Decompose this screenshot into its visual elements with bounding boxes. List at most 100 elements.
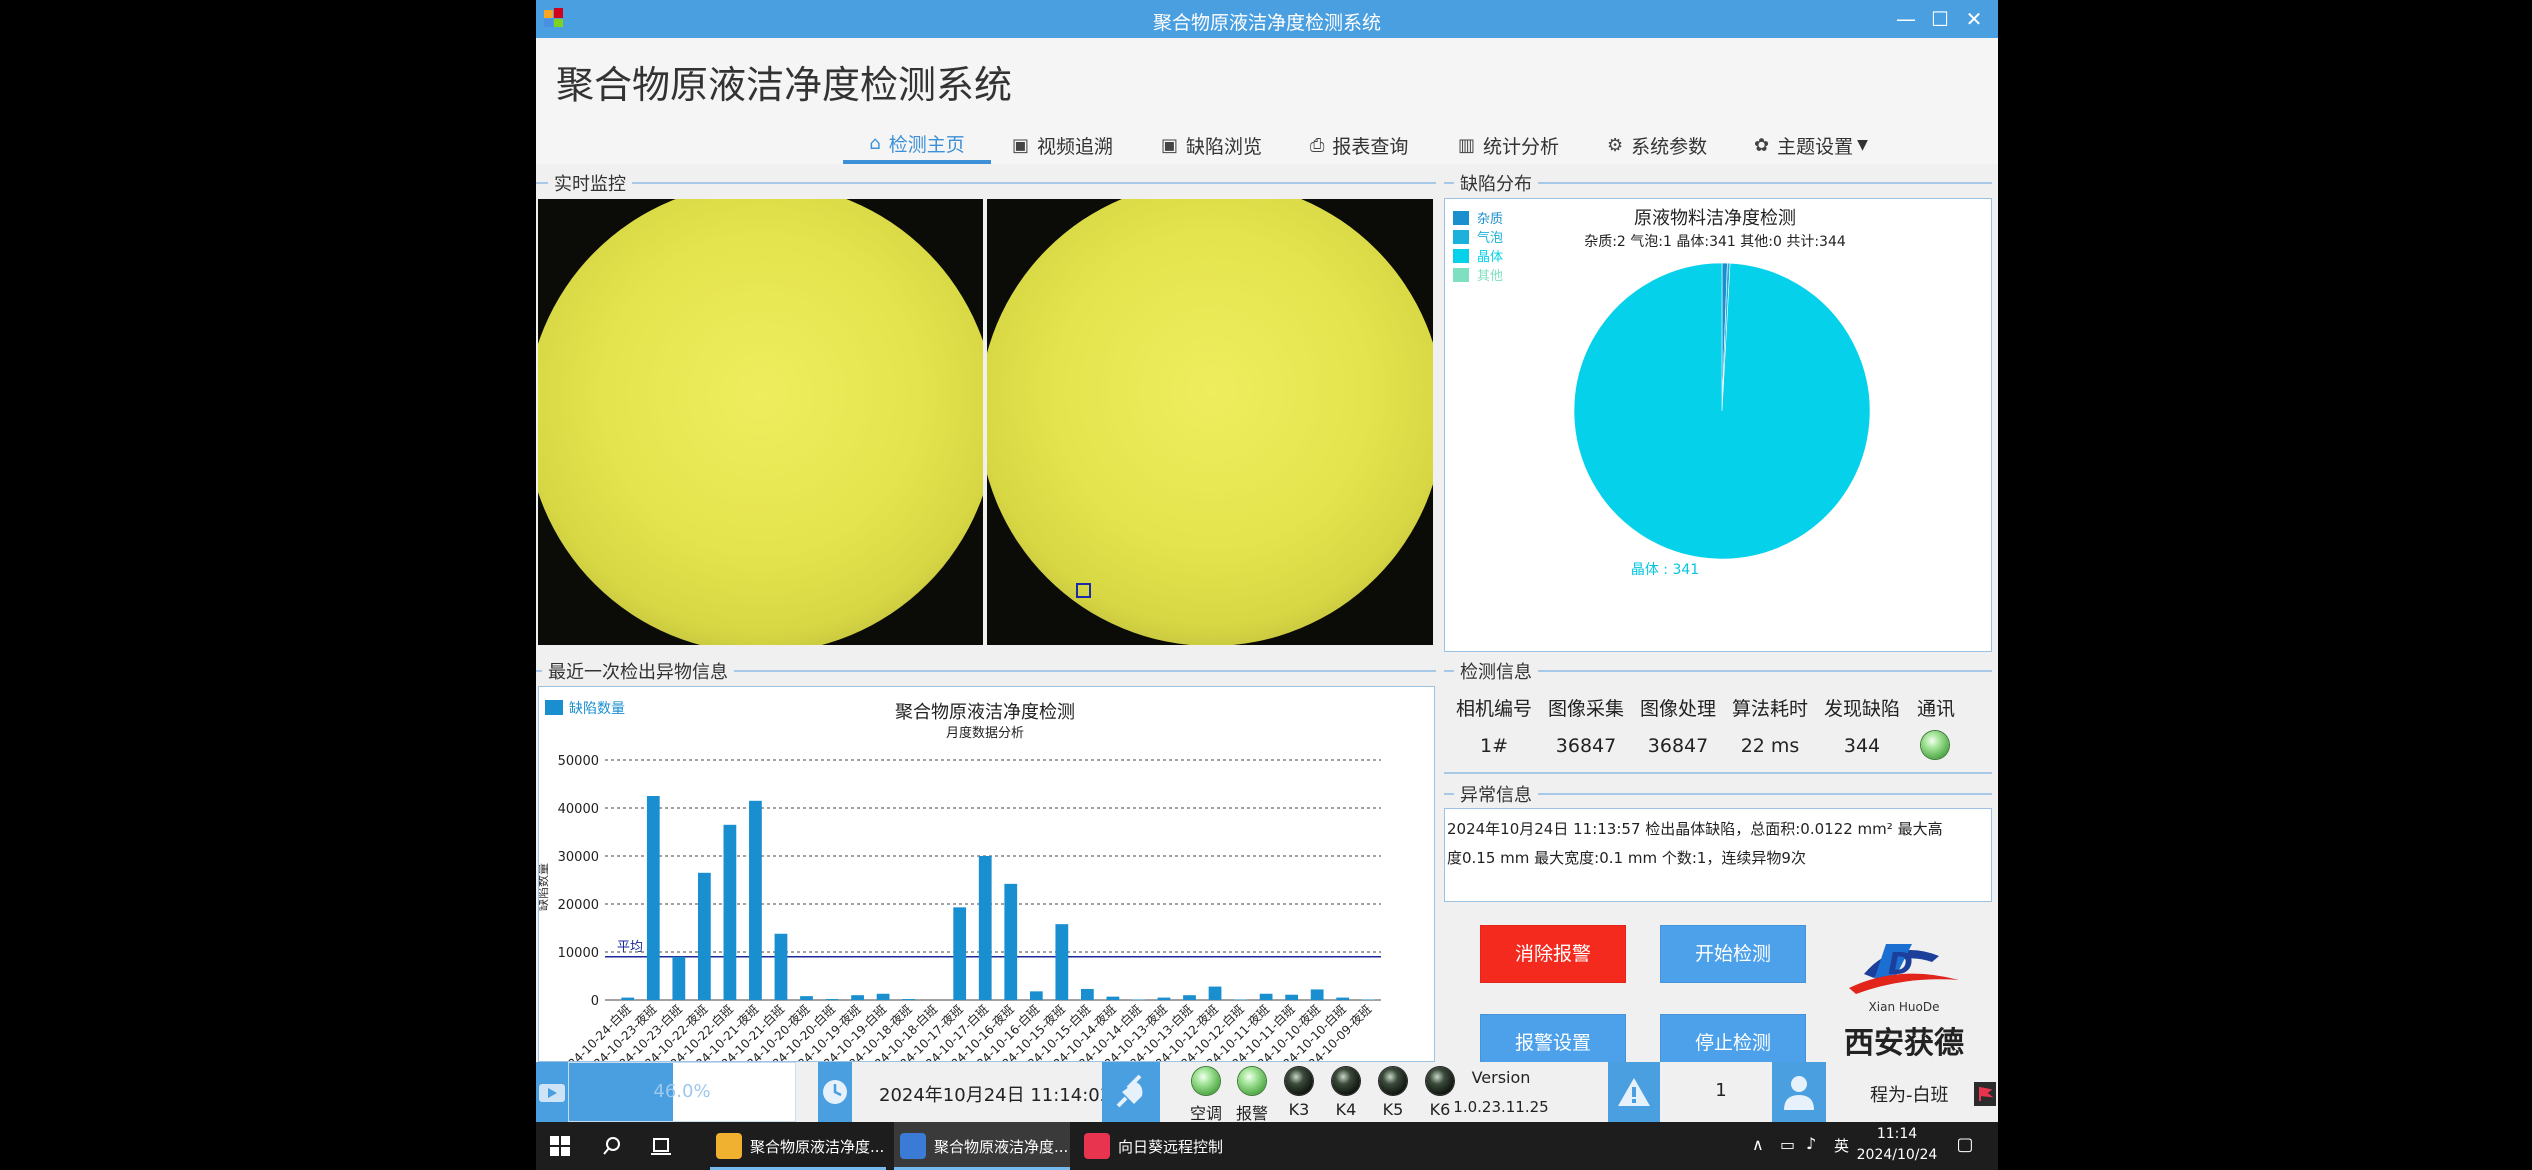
defect-marker bbox=[1076, 583, 1091, 598]
flag-icon[interactable] bbox=[1974, 1082, 1996, 1106]
printer-icon: ⎙ bbox=[1310, 134, 1325, 156]
play-icon bbox=[539, 1084, 565, 1102]
logo-pinyin: Xian HuoDe bbox=[1868, 1000, 1940, 1014]
tab-system-params[interactable]: ⚙ 系统参数 bbox=[1607, 126, 1707, 164]
bar-24-10-20-白班[interactable] bbox=[825, 999, 839, 1000]
bar-24-10-23-夜班[interactable] bbox=[646, 796, 660, 1000]
plug-icon bbox=[1102, 1062, 1160, 1122]
realtime-group-line bbox=[536, 182, 1436, 184]
user-icon[interactable] bbox=[1772, 1062, 1826, 1122]
tab-theme-settings[interactable]: ✿ 主题设置 ▼ bbox=[1754, 126, 1868, 164]
volume-icon[interactable]: ♪ bbox=[1806, 1134, 1816, 1153]
bar-24-10-21-白班[interactable] bbox=[774, 933, 788, 1000]
image-icon: ▣ bbox=[1161, 134, 1179, 156]
image-process-count: 36847 bbox=[1647, 735, 1709, 757]
bar-chart-icon: ▥ bbox=[1458, 134, 1476, 156]
play-button[interactable] bbox=[536, 1062, 568, 1122]
bar-24-10-20-夜班[interactable] bbox=[800, 996, 813, 1000]
bar-24-10-17-白班[interactable] bbox=[978, 856, 992, 1000]
start-button[interactable] bbox=[550, 1122, 570, 1170]
ime-indicator[interactable]: 英 bbox=[1834, 1135, 1849, 1156]
task-view-button[interactable] bbox=[650, 1122, 672, 1170]
bar-24-10-24-白班[interactable] bbox=[621, 997, 635, 1000]
bar-24-10-15-白班[interactable] bbox=[1080, 988, 1094, 1000]
camera-view-1[interactable] bbox=[538, 199, 983, 645]
bar-24-10-12-夜班[interactable] bbox=[1208, 986, 1222, 1000]
camera-view-2[interactable] bbox=[987, 199, 1433, 645]
bar-24-10-13-夜班[interactable] bbox=[1157, 997, 1171, 1000]
camera-no: 1# bbox=[1479, 735, 1508, 757]
windows-icon bbox=[550, 1136, 570, 1156]
close-button[interactable]: ✕ bbox=[1960, 6, 1988, 32]
bar-24-10-16-夜班[interactable] bbox=[1004, 883, 1018, 1000]
led-label: K6 bbox=[1429, 1100, 1451, 1119]
bar-24-10-13-白班[interactable] bbox=[1183, 995, 1196, 1000]
pie-legend-label: 晶体 bbox=[1477, 250, 1503, 265]
search-button[interactable] bbox=[602, 1122, 622, 1170]
bar-24-10-14-夜班[interactable] bbox=[1106, 996, 1120, 1000]
pie-legend-swatch bbox=[1453, 211, 1469, 225]
bar-24-10-11-夜班[interactable] bbox=[1259, 993, 1273, 1000]
bar-24-10-11-白班[interactable] bbox=[1285, 994, 1299, 1000]
abnormal-line-2: 度0.15 mm 最大宽度:0.1 mm 个数:1，连续异物9次 bbox=[1447, 849, 1806, 867]
defect-dist-title: 缺陷分布 bbox=[1454, 170, 1538, 196]
taskbar-time[interactable]: 11:14 bbox=[1852, 1126, 1942, 1142]
maximize-button[interactable]: ☐ bbox=[1926, 6, 1954, 32]
taskbar-app-1[interactable]: 聚合物原液洁净度... bbox=[710, 1122, 886, 1170]
bar-24-10-23-白班[interactable] bbox=[672, 956, 686, 1000]
app-icon bbox=[716, 1133, 742, 1159]
abnormal-text-box[interactable]: 2024年10月24日 11:13:57 检出晶体缺陷，总面积:0.0122 m… bbox=[1444, 808, 1992, 902]
algo-time: 22 ms bbox=[1740, 735, 1800, 757]
taskbar: ∧ ▭ ♪ 英 11:14 2024/10/24 ▢ 聚合物原液洁净度... 聚合… bbox=[536, 1122, 1998, 1170]
pie-slice-3[interactable] bbox=[1573, 262, 1871, 560]
tab-home[interactable]: ⌂ 检测主页 bbox=[843, 126, 991, 164]
bar-24-10-19-夜班[interactable] bbox=[851, 995, 864, 1000]
tray-chevron-up-icon[interactable]: ∧ bbox=[1752, 1135, 1764, 1154]
header-defects-found: 发现缺陷 bbox=[1823, 698, 1900, 720]
bar-24-10-10-白班[interactable] bbox=[1336, 997, 1350, 1000]
led-label: K5 bbox=[1382, 1100, 1404, 1119]
taskbar-app-3[interactable]: 向日葵远程控制 bbox=[1078, 1122, 1254, 1170]
legend-label: 缺陷数量 bbox=[569, 701, 625, 717]
pie-title: 原液物料洁净度检测 bbox=[1634, 208, 1796, 229]
led-1 bbox=[1192, 1067, 1220, 1095]
average-label: 平均 bbox=[617, 940, 643, 955]
defect-pie-panel: 杂质 气泡 晶体 其他 原液物料洁净度检测 杂质:2 气泡:1 晶体:341 其他:0… bbox=[1444, 198, 1992, 652]
start-detect-button[interactable]: 开始检测 bbox=[1660, 925, 1806, 983]
progress-bar: 46.0% bbox=[568, 1062, 796, 1122]
tab-video-trace[interactable]: ▣ 视频追溯 bbox=[1012, 126, 1113, 164]
led-label: 报警 bbox=[1235, 1104, 1268, 1122]
y-tick-label: 40000 bbox=[558, 802, 599, 817]
bar-24-10-16-白班[interactable] bbox=[1029, 991, 1043, 1000]
app-title: 聚合物原液洁净度检测系统 bbox=[556, 63, 1013, 107]
notification-icon[interactable]: ▢ bbox=[1950, 1134, 1980, 1155]
bar-24-10-19-白班[interactable] bbox=[876, 993, 890, 1000]
window-title: 聚合物原液洁净度检测系统 bbox=[1152, 12, 1381, 34]
taskbar-app-label: 向日葵远程控制 bbox=[1118, 1137, 1224, 1156]
taskbar-date[interactable]: 2024/10/24 bbox=[1852, 1147, 1942, 1163]
title-bar[interactable]: 聚合物原液洁净度检测系统 — ☐ ✕ bbox=[536, 0, 1998, 38]
bar-24-10-22-白班[interactable] bbox=[723, 824, 737, 1000]
bar-24-10-17-夜班[interactable] bbox=[953, 907, 967, 1000]
bar-24-10-18-夜班[interactable] bbox=[902, 999, 916, 1000]
taskbar-app-2[interactable]: 聚合物原液洁净度... bbox=[894, 1122, 1070, 1170]
tab-report-query[interactable]: ⎙ 报表查询 bbox=[1310, 126, 1408, 164]
y-tick-label: 10000 bbox=[558, 946, 599, 961]
bar-title: 聚合物原液洁净度检测 bbox=[895, 702, 1075, 723]
clear-alarm-button[interactable]: 消除报警 bbox=[1480, 925, 1626, 983]
network-icon[interactable]: ▭ bbox=[1780, 1135, 1795, 1154]
progress-text: 46.0% bbox=[653, 1081, 711, 1102]
tab-statistics[interactable]: ▥ 统计分析 bbox=[1458, 126, 1559, 164]
bar-24-10-10-夜班[interactable] bbox=[1310, 989, 1324, 1000]
pie-subtitle: 杂质:2 气泡:1 晶体:341 其他:0 共计:344 bbox=[1584, 234, 1846, 250]
header-image-process: 图像处理 bbox=[1639, 698, 1716, 720]
tab-defect-browse[interactable]: ▣ 缺陷浏览 bbox=[1161, 126, 1262, 164]
realtime-title: 实时监控 bbox=[548, 170, 632, 196]
user-shift: 程为-白班 bbox=[1870, 1085, 1949, 1106]
bar-24-10-22-夜班[interactable] bbox=[697, 872, 711, 1000]
bar-24-10-15-夜班[interactable] bbox=[1055, 924, 1069, 1000]
bar-24-10-21-夜班[interactable] bbox=[749, 800, 762, 1000]
version-label: Version bbox=[1471, 1068, 1531, 1087]
minimize-button[interactable]: — bbox=[1892, 6, 1920, 32]
warning-icon[interactable] bbox=[1608, 1062, 1660, 1122]
